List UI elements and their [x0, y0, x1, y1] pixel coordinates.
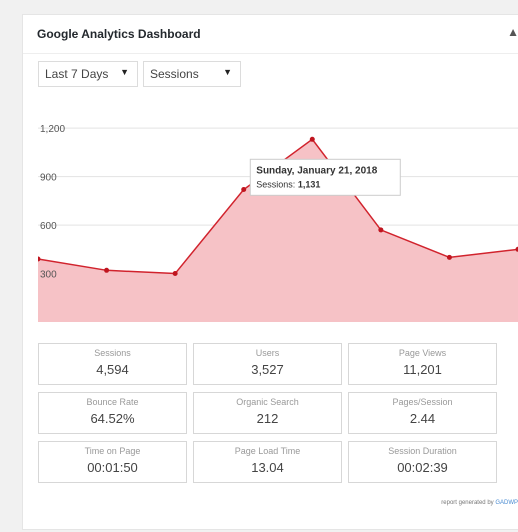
chevron-down-icon: ▼: [223, 67, 232, 77]
chart-svg[interactable]: 1,200 900 600 300 Sunday, January 21, 2018 Se…: [38, 112, 518, 327]
data-point: [172, 271, 178, 277]
stat-users: Users 3,527: [193, 343, 342, 385]
stat-page-load-time: Page Load Time 13.04: [193, 441, 342, 483]
y-tick-label: 900: [40, 173, 57, 184]
data-point: [104, 267, 110, 273]
collapse-arrow-icon[interactable]: ▲: [507, 25, 518, 39]
stat-value: 212: [256, 411, 279, 426]
data-point: [378, 227, 384, 233]
widget-title: Google Analytics Dashboard: [37, 27, 201, 41]
widget-header: Google Analytics Dashboard ▲: [23, 15, 518, 54]
stat-label: Bounce Rate: [86, 397, 139, 407]
stat-time-on-page: Time on Page 00:01:50: [38, 441, 187, 483]
metric-select[interactable]: Sessions ▼: [143, 61, 241, 87]
stat-value: 00:02:39: [397, 460, 448, 475]
stat-value: 64.52%: [90, 411, 135, 426]
stat-bounce-rate: Bounce Rate 64.52%: [38, 392, 187, 434]
y-tick-label: 300: [40, 270, 57, 281]
stat-label: Time on Page: [84, 446, 141, 456]
stat-label: Organic Search: [236, 397, 299, 407]
stat-label: Sessions: [94, 348, 131, 358]
stat-page-views: Page Views 11,201: [348, 343, 497, 385]
stat-label: Pages/Session: [392, 397, 453, 407]
data-point: [446, 254, 452, 260]
stat-value: 11,201: [403, 362, 442, 377]
tooltip-title: Sunday, January 21, 2018: [256, 165, 377, 176]
stat-label: Users: [255, 348, 280, 358]
metric-value: Sessions: [150, 67, 199, 81]
stat-value: 13.04: [251, 460, 284, 475]
y-tick-label: 600: [40, 221, 57, 232]
data-point: [241, 187, 247, 193]
stat-label: Session Duration: [388, 446, 457, 456]
stat-label: Page Load Time: [234, 446, 301, 456]
stat-label: Page Views: [398, 348, 447, 358]
stat-organic-search: Organic Search 212: [193, 392, 342, 434]
data-point: [309, 136, 315, 142]
footer-text: report generated by: [441, 500, 494, 506]
date-range-value: Last 7 Days: [45, 67, 109, 81]
tooltip-value: 1,131: [298, 179, 321, 189]
report-footer: report generated by GADWP: [441, 500, 518, 506]
stat-session-duration: Session Duration 00:02:39: [348, 441, 497, 483]
footer-brand-link[interactable]: GADWP: [495, 500, 518, 506]
stat-value: 00:01:50: [87, 460, 138, 475]
stat-sessions: Sessions 4,594: [38, 343, 187, 385]
stat-value: 4,594: [96, 362, 129, 377]
stat-value: 2.44: [409, 411, 436, 426]
y-tick-label: 1,200: [40, 124, 65, 135]
chevron-down-icon: ▼: [120, 67, 129, 77]
date-range-select[interactable]: Last 7 Days ▼: [38, 61, 138, 87]
stat-pages-per-session: Pages/Session 2.44: [348, 392, 497, 434]
tooltip: Sunday, January 21, 2018 Sessions: 1,131: [249, 158, 401, 196]
tooltip-label: Sessions: 1,131: [256, 179, 320, 189]
stat-value: 3,527: [251, 362, 284, 377]
sessions-chart[interactable]: 1,200 900 600 300 Sunday, January 21, 2018 Se…: [38, 112, 518, 327]
